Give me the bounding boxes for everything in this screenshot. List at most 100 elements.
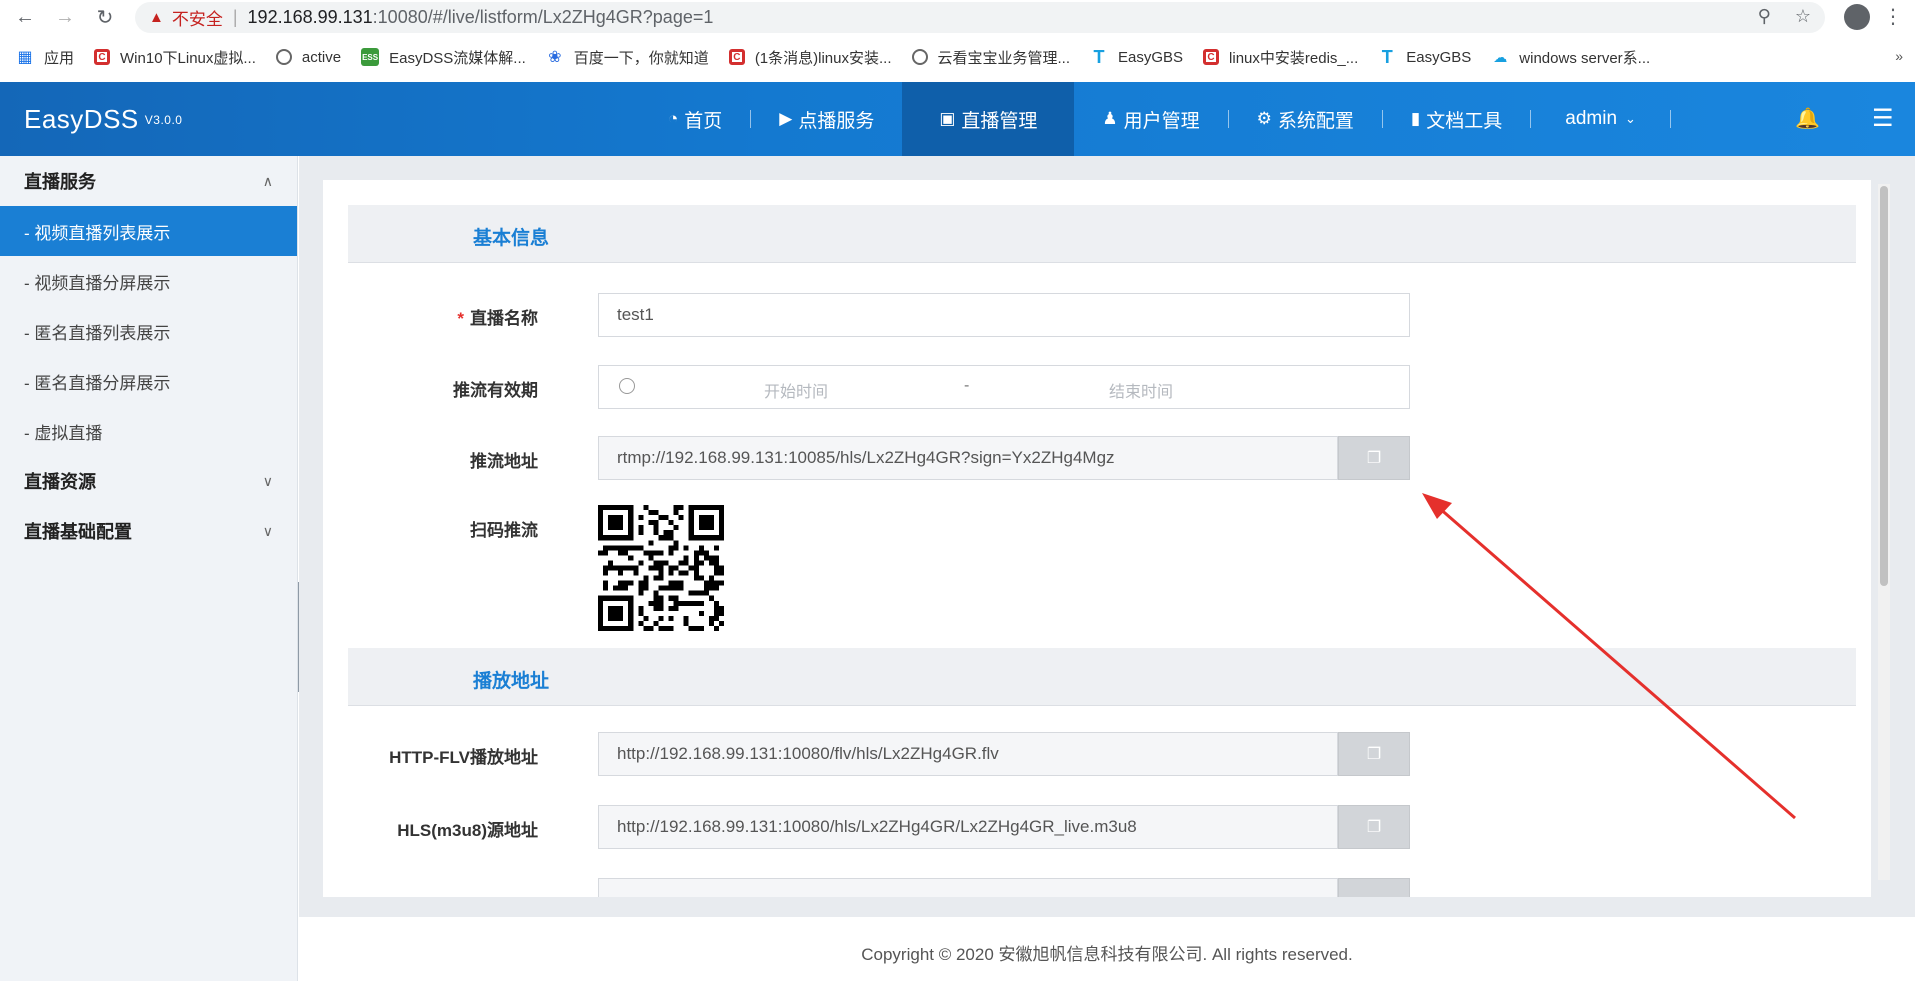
flv-url-field[interactable]: http://192.168.99.131:10080/flv/hls/Lx2Z…: [598, 732, 1338, 776]
warning-icon: ▲: [149, 9, 164, 26]
bookmark-item[interactable]: T EasyGBS: [1090, 47, 1184, 67]
bookmark-item[interactable]: ❀ 百度一下，你就知道: [546, 47, 709, 68]
bookmarks-bar: ▦ 应用 C Win10下Linux虚拟... active ESS EasyDSS流…: [0, 40, 1915, 74]
push-qr-code: [598, 505, 724, 631]
copyright-text: Copyright © 2020 安徽旭帆信息科技有限公司. All right…: [861, 945, 1353, 964]
gear-icon: ⚙: [1256, 109, 1272, 128]
cloud-icon: ☁: [1493, 48, 1508, 65]
csdn-icon: C: [728, 49, 745, 65]
copy-push-url-button[interactable]: ❐: [1338, 436, 1410, 480]
reload-icon[interactable]: ↻: [90, 3, 120, 33]
copy-hls-url-button[interactable]: ❐: [1338, 805, 1410, 849]
sidebar-group-live-config[interactable]: 直播基础配置 ∨: [0, 506, 297, 556]
field-label: 推流地址: [470, 452, 538, 471]
footer: Copyright © 2020 安徽旭帆信息科技有限公司. All right…: [299, 917, 1915, 981]
chevron-down-icon: ⌄: [1625, 111, 1636, 126]
url-bar[interactable]: ▲ 不安全 | 192.168.99.131:10080/#/live/list…: [135, 2, 1825, 33]
sidebar-item-video-live-split[interactable]: - 视频直播分屏展示: [0, 256, 297, 306]
section-play-urls: 播放地址: [348, 648, 1856, 706]
form-row-rtmp-partial: [323, 878, 1871, 897]
form-row-validity: 推流有效期 开始时间 - 结束时间: [323, 365, 1871, 409]
rtmp-play-url-field[interactable]: [598, 878, 1338, 897]
push-url-field[interactable]: rtmp://192.168.99.131:10085/hls/Lx2ZHg4G…: [598, 436, 1338, 480]
sidebar-group-live-resources[interactable]: 直播资源 ∨: [0, 456, 297, 506]
profile-avatar-icon[interactable]: [1844, 4, 1870, 30]
dashboard-icon: ◔: [668, 109, 679, 128]
range-separator: -: [964, 377, 970, 394]
nav-system[interactable]: ⚙ 系统配置: [1229, 82, 1382, 156]
chevron-up-icon: ∧: [262, 172, 273, 189]
t-icon: T: [1381, 46, 1393, 67]
user-menu[interactable]: admin ⌄: [1531, 82, 1670, 156]
bookmark-item[interactable]: ☁ windows server系...: [1491, 47, 1650, 68]
copy-icon: ❐: [1366, 746, 1382, 763]
nav-live[interactable]: ▣ 直播管理: [902, 82, 1075, 156]
section-basic-info: 基本信息: [348, 205, 1856, 263]
chevron-down-icon: ∨: [262, 472, 273, 489]
form-row-name: * 直播名称 test1: [323, 293, 1871, 337]
hamburger-menu-icon[interactable]: ☰: [1872, 104, 1894, 133]
key-icon[interactable]: ⚲: [1758, 6, 1771, 27]
bell-icon[interactable]: 🔔: [1795, 106, 1820, 131]
sidebar-item-virtual-live[interactable]: - 虚拟直播: [0, 406, 297, 456]
main-content: 基本信息 * 直播名称 test1 推流有效期 开始时间 - 结束时间 推流地址 …: [299, 156, 1915, 981]
globe-icon: [911, 49, 928, 65]
copy-flv-url-button[interactable]: ❐: [1338, 732, 1410, 776]
bookmark-item[interactable]: C Win10下Linux虚拟...: [94, 47, 256, 68]
form-row-qr: 扫码推流: [323, 505, 1871, 631]
start-time-placeholder[interactable]: 开始时间: [764, 378, 828, 402]
main-nav: ◔ 首页 ▶ 点播服务 ▣ 直播管理 ♟ 用户管理 ⚙ 系统配置 ▮ 文档工具 admin ⌄: [640, 82, 1671, 156]
copy-icon: ❐: [1366, 450, 1382, 467]
scrollbar-thumb[interactable]: [1880, 186, 1888, 586]
nav-docs[interactable]: ▮ 文档工具: [1383, 82, 1530, 156]
copy-rtmp-url-button[interactable]: [1338, 878, 1410, 897]
push-validity-range-picker[interactable]: 开始时间 - 结束时间: [598, 365, 1410, 409]
required-marker: *: [457, 309, 464, 328]
nav-vod[interactable]: ▶ 点播服务: [751, 82, 902, 156]
sidebar: 直播服务 ∧ - 视频直播列表展示 - 视频直播分屏展示 - 匿名直播列表展示 -…: [0, 156, 298, 981]
form-row-push-url: 推流地址 rtmp://192.168.99.131:10085/hls/Lx2…: [323, 436, 1871, 480]
bookmark-item[interactable]: T EasyGBS: [1378, 46, 1472, 67]
browser-menu-icon[interactable]: ⋮: [1883, 4, 1903, 29]
live-tv-icon: ▣: [939, 109, 956, 128]
bookmarks-overflow-icon[interactable]: »: [1895, 48, 1903, 64]
section-title: 基本信息: [473, 228, 550, 249]
sidebar-item-anon-live-split[interactable]: - 匿名直播分屏展示: [0, 356, 297, 406]
live-form-card: 基本信息 * 直播名称 test1 推流有效期 开始时间 - 结束时间 推流地址 …: [323, 180, 1871, 897]
app-logo[interactable]: EasyDSS V3.0.0: [24, 104, 182, 135]
field-label: 推流有效期: [453, 381, 538, 400]
document-icon: ▮: [1410, 109, 1421, 128]
hls-url-field[interactable]: http://192.168.99.131:10080/hls/Lx2ZHg4G…: [598, 805, 1338, 849]
back-icon[interactable]: ←: [10, 3, 40, 33]
url-path: :10080/#/live/listform/Lx2ZHg4GR?page=1: [372, 7, 714, 27]
ess-icon: ESS: [361, 48, 380, 66]
sidebar-group-live-service[interactable]: 直播服务 ∧: [0, 156, 297, 206]
bookmark-item[interactable]: Clinux中安装redis_...: [1203, 47, 1358, 68]
end-time-placeholder[interactable]: 结束时间: [1109, 378, 1173, 402]
bookmark-item[interactable]: C (1条消息)linux安装...: [728, 47, 892, 68]
csdn-icon: C: [1203, 49, 1220, 65]
forward-icon[interactable]: →: [50, 3, 80, 33]
app-version: V3.0.0: [144, 113, 183, 127]
nav-home[interactable]: ◔ 首页: [640, 82, 750, 156]
bookmark-item[interactable]: ▦ 应用: [16, 47, 74, 68]
field-label: * 直播名称: [457, 309, 538, 328]
star-icon[interactable]: ☆: [1795, 6, 1811, 27]
section-title: 播放地址: [473, 671, 550, 692]
user-icon: ♟: [1102, 109, 1118, 128]
live-name-input[interactable]: test1: [598, 293, 1410, 337]
bookmark-item[interactable]: active: [275, 49, 341, 66]
sidebar-item-anon-live-list[interactable]: - 匿名直播列表展示: [0, 306, 297, 356]
url-host: 192.168.99.131: [247, 7, 373, 27]
field-label: 扫码推流: [470, 521, 538, 540]
csdn-icon: C: [94, 49, 111, 65]
bookmark-item[interactable]: ESS EasyDSS流媒体解...: [361, 47, 526, 68]
baidu-icon: ❀: [548, 49, 562, 66]
insecure-label: 不安全: [171, 10, 223, 29]
apps-icon: ▦: [17, 49, 33, 66]
nav-users[interactable]: ♟ 用户管理: [1074, 82, 1227, 156]
bookmark-item[interactable]: 云看宝宝业务管理...: [911, 47, 1070, 68]
form-row-flv: HTTP-FLV播放地址 http://192.168.99.131:10080…: [323, 732, 1871, 776]
sidebar-item-video-live-list[interactable]: - 视频直播列表展示: [0, 206, 297, 256]
copy-icon: ❐: [1366, 819, 1382, 836]
